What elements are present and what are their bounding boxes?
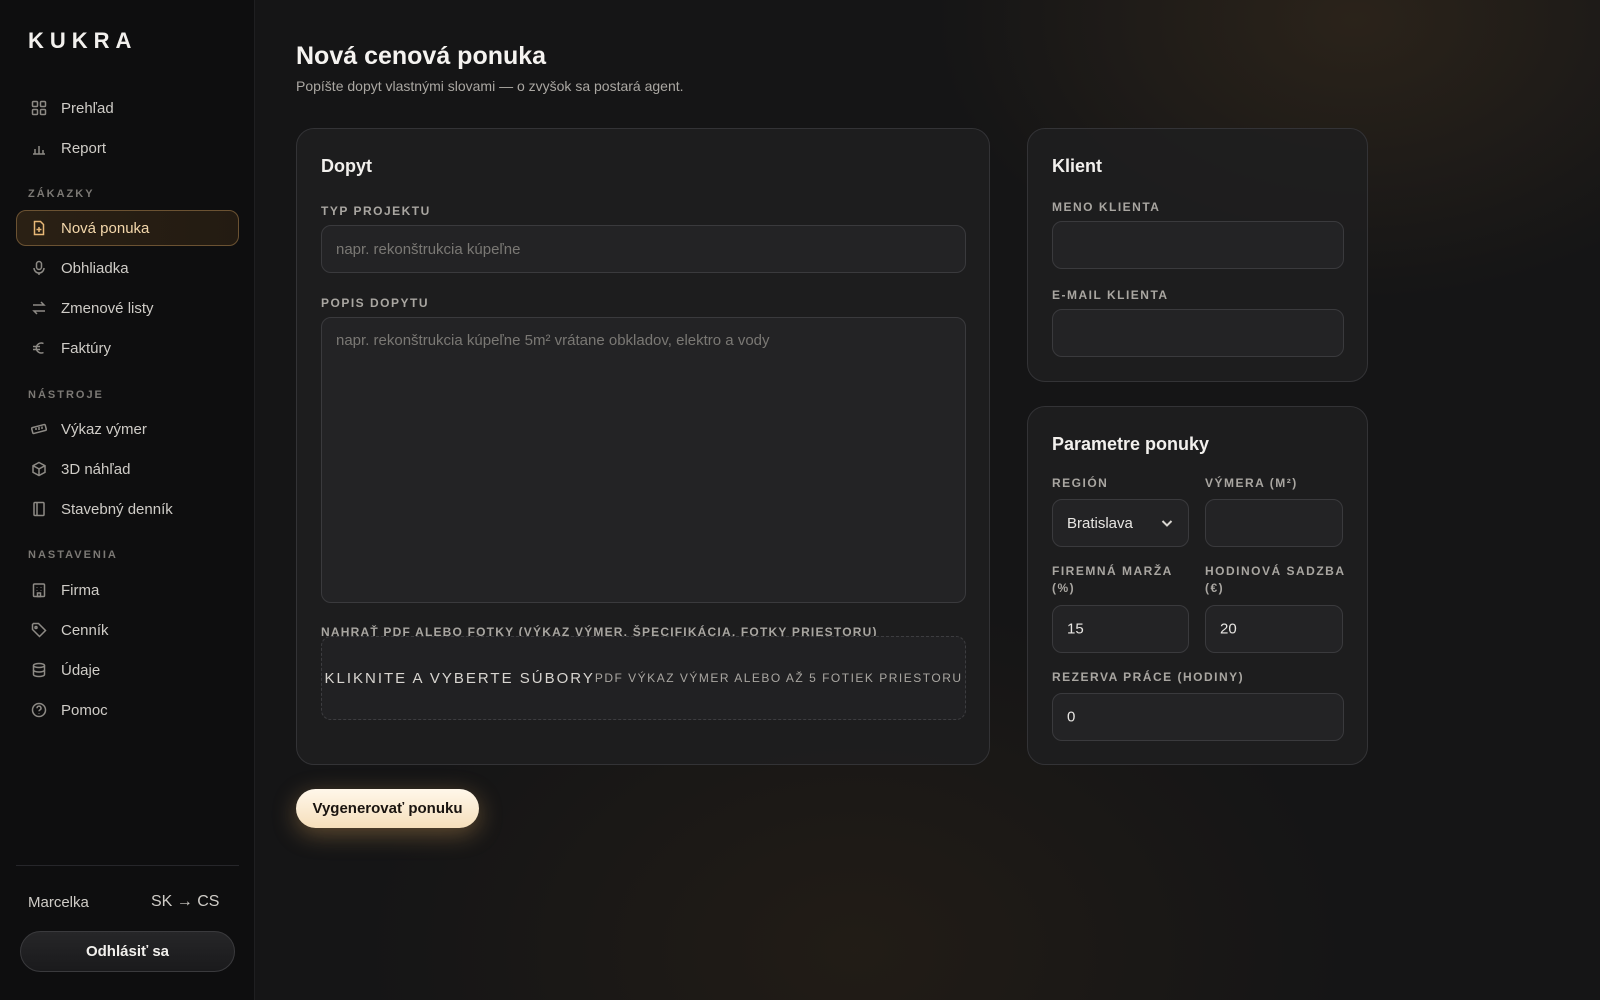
client-email-label: E-MAIL KLIENTA (1052, 288, 1169, 302)
sidebar-item-label: Firma (61, 581, 100, 599)
sidebar-item-label: 3D náhľad (61, 460, 131, 478)
reserve-label: REZERVA PRÁCE (HODINY) (1052, 670, 1245, 684)
sidebar-item-prehlad[interactable]: Prehľad (16, 90, 239, 126)
main-content: Nová cenová ponuka Popíšte dopyt vlastný… (255, 0, 1600, 1000)
sidebar-item-label: Nová ponuka (61, 219, 150, 237)
sidebar-item-stavebny-dennik[interactable]: Stavebný denník (16, 491, 239, 527)
project-type-input[interactable] (321, 225, 966, 273)
params-card: Parametre ponuky REGIÓN Bratislava VÝMER… (1027, 406, 1368, 765)
region-select[interactable]: Bratislava (1052, 499, 1189, 547)
client-card: Klient MENO KLIENTA E-MAIL KLIENTA (1027, 128, 1368, 382)
sidebar-item-label: Report (61, 139, 107, 157)
demand-card: Dopyt TYP PROJEKTU POPIS DOPYTU NAHRAŤ P… (296, 128, 990, 765)
sidebar-item-label: Obhliadka (61, 259, 129, 277)
ruler-icon (31, 421, 47, 437)
params-card-title: Parametre ponuky (1052, 434, 1210, 454)
sidebar-item-report[interactable]: Report (16, 130, 239, 166)
sidebar-item-cennik[interactable]: Cenník (16, 612, 239, 648)
user-name: Marcelka (28, 894, 89, 911)
sidebar-item-obhliadka[interactable]: Obhliadka (16, 250, 239, 286)
description-label: POPIS DOPYTU (321, 296, 430, 310)
sidebar-item-label: Stavebný denník (61, 500, 173, 518)
section-label-zakazky: ZÁKAZKY (28, 188, 95, 200)
book-icon (31, 501, 47, 517)
help-circle-icon (31, 702, 47, 718)
bar-chart-icon (31, 140, 47, 156)
sidebar-item-label: Prehľad (61, 99, 114, 117)
reserve-value: 0 (1067, 708, 1076, 726)
reserve-input[interactable]: 0 (1052, 693, 1344, 741)
sidebar-item-label: Faktúry (61, 339, 112, 357)
upload-main-text: KLIKNITE A VYBERTE SÚBORY (324, 669, 595, 687)
sidebar-item-nova-ponuka[interactable]: Nová ponuka (16, 210, 239, 246)
sidebar-item-label: Výkaz výmer (61, 420, 147, 438)
chevron-down-icon (1161, 520, 1173, 527)
sidebar-item-label: Údaje (61, 661, 101, 679)
sidebar-item-label: Pomoc (61, 701, 108, 719)
client-name-input[interactable] (1052, 221, 1344, 269)
margin-label: FIREMNÁ MARŽA (%) (1052, 563, 1173, 597)
client-name-label: MENO KLIENTA (1052, 200, 1161, 214)
sidebar: KUKRA Prehľad Report ZÁKAZKY Nová ponuka… (0, 0, 255, 1000)
hourly-rate-input[interactable]: 20 (1205, 605, 1343, 653)
app-logo: KUKRA (28, 28, 138, 53)
hourly-label-line1: HODINOVÁ SADZBA (1205, 564, 1346, 578)
sidebar-item-zmenove-listy[interactable]: Zmenové listy (16, 290, 239, 326)
euro-icon (31, 340, 47, 356)
area-label: VÝMERA (M²) (1205, 476, 1298, 490)
client-email-input[interactable] (1052, 309, 1344, 357)
description-textarea[interactable] (321, 317, 966, 603)
generate-quote-button[interactable]: Vygenerovať ponuku (296, 789, 479, 828)
file-upload-dropzone[interactable]: KLIKNITE A VYBERTE SÚBORY PDF VÝKAZ VÝMER… (321, 636, 966, 720)
margin-label-line2: (%) (1052, 581, 1076, 595)
hourly-label-line2: (€) (1205, 581, 1225, 595)
file-plus-icon (31, 220, 47, 236)
sidebar-item-vykaz-vymer[interactable]: Výkaz výmer (16, 411, 239, 447)
sidebar-item-firma[interactable]: Firma (16, 572, 239, 608)
swap-arrows-icon (31, 300, 47, 316)
page-title: Nová cenová ponuka (296, 42, 547, 70)
cube-icon (31, 461, 47, 477)
area-input[interactable] (1205, 499, 1343, 547)
margin-label-line1: FIREMNÁ MARŽA (1052, 564, 1173, 578)
section-label-nastavenia: NASTAVENIA (28, 549, 118, 561)
upload-sub-text: PDF VÝKAZ VÝMER ALEBO AŽ 5 FOTIEK PRIEST… (594, 671, 963, 685)
sidebar-divider (16, 865, 239, 866)
language-switch[interactable]: SK → CS (151, 893, 219, 911)
section-label-nastroje: NÁSTROJE (28, 389, 104, 401)
hourly-rate-value: 20 (1220, 620, 1237, 638)
microphone-icon (31, 260, 47, 276)
margin-input[interactable]: 15 (1052, 605, 1189, 653)
page-subtitle: Popíšte dopyt vlastnými slovami — o zvyš… (296, 78, 684, 94)
logout-button[interactable]: Odhlásiť sa (20, 931, 235, 972)
hourly-rate-label: HODINOVÁ SADZBA (€) (1205, 563, 1346, 597)
building-icon (31, 582, 47, 598)
grid-icon (31, 100, 47, 116)
tag-icon (31, 622, 47, 638)
demand-card-title: Dopyt (321, 156, 372, 176)
client-card-title: Klient (1052, 156, 1103, 176)
sidebar-item-label: Cenník (61, 621, 109, 639)
sidebar-item-udaje[interactable]: Údaje (16, 652, 239, 688)
margin-value: 15 (1067, 620, 1084, 638)
project-type-label: TYP PROJEKTU (321, 204, 431, 218)
sidebar-item-label: Zmenové listy (61, 299, 154, 317)
sidebar-item-faktury[interactable]: Faktúry (16, 330, 239, 366)
sidebar-item-pomoc[interactable]: Pomoc (16, 692, 239, 728)
sidebar-item-3d-nahlad[interactable]: 3D náhľad (16, 451, 239, 487)
region-label: REGIÓN (1052, 476, 1109, 490)
database-icon (31, 662, 47, 678)
region-value: Bratislava (1067, 514, 1133, 532)
